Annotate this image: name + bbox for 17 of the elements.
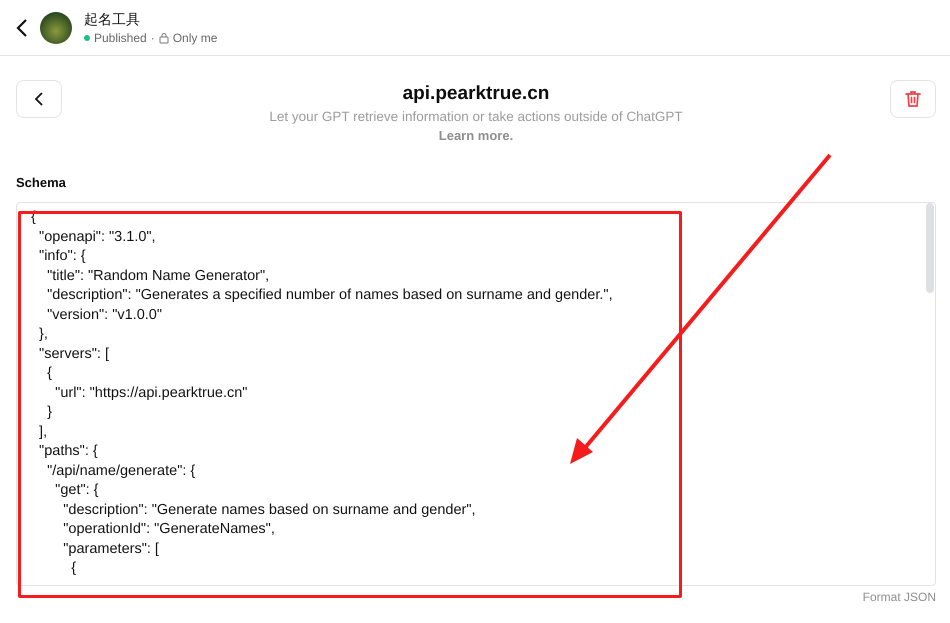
trash-icon (904, 90, 921, 108)
action-title: api.pearktrue.cn (402, 83, 550, 105)
status-text: Published (94, 30, 147, 44)
schema-label: Schema (16, 175, 67, 190)
delete-button[interactable] (890, 80, 936, 118)
scrollbar-thumb[interactable] (926, 203, 934, 293)
gpt-name: 起名工具 (84, 10, 141, 28)
back-icon (35, 92, 43, 106)
lock-icon (158, 32, 169, 44)
separator-dot: · (150, 30, 155, 44)
format-json-button[interactable]: Format JSON (862, 590, 936, 604)
action-description: Let your GPT retrieve information or take actions outside of ChatGPT (269, 109, 683, 124)
learn-more-link[interactable]: Learn more. (438, 128, 514, 143)
visibility-text: Only me (172, 30, 218, 44)
back-button[interactable] (16, 18, 28, 38)
back-icon (16, 18, 28, 38)
avatar-image (40, 12, 72, 44)
